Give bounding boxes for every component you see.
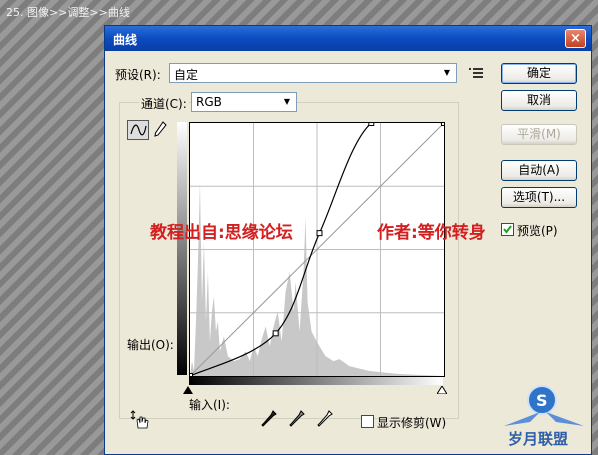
white-eyedropper-icon[interactable] bbox=[317, 410, 333, 428]
preset-value: 自定 bbox=[174, 68, 199, 82]
black-eyedropper-icon[interactable] bbox=[261, 410, 277, 428]
auto-button[interactable]: 自动(A) bbox=[501, 160, 577, 181]
clipping-checkbox[interactable] bbox=[361, 415, 374, 428]
preset-select[interactable]: 自定 ▼ bbox=[169, 63, 457, 83]
overlay-author-text: 作者:等你转身 bbox=[377, 223, 486, 243]
channel-select[interactable]: RGB ▼ bbox=[191, 92, 297, 112]
gray-eyedropper-icon[interactable] bbox=[289, 410, 305, 428]
caption: 25. 图像>>调整>>曲线 bbox=[6, 6, 130, 19]
cancel-button[interactable]: 取消 bbox=[501, 90, 577, 111]
input-gradient-bar bbox=[189, 376, 443, 385]
black-point-slider-icon[interactable] bbox=[183, 386, 193, 394]
curve-control-point[interactable] bbox=[368, 122, 375, 126]
title-bar: 曲线 × bbox=[105, 26, 591, 51]
check-icon bbox=[503, 225, 512, 234]
curve-control-point[interactable] bbox=[316, 230, 323, 237]
output-gradient-bar bbox=[177, 122, 187, 375]
chevron-down-icon: ▼ bbox=[443, 68, 451, 77]
smooth-button[interactable]: 平滑(M) bbox=[501, 124, 577, 145]
svg-text:S: S bbox=[536, 391, 548, 410]
ok-button[interactable]: 确定 bbox=[501, 63, 577, 84]
curves-graph[interactable] bbox=[189, 122, 445, 377]
hand-adjust-icon[interactable] bbox=[129, 410, 149, 430]
pencil-icon[interactable] bbox=[152, 120, 168, 140]
overlay-source-text: 教程出自:思缘论坛 bbox=[150, 223, 293, 243]
site-logo-icon: S 岁月联盟 bbox=[504, 385, 584, 448]
preview-label[interactable]: 预览(P) bbox=[517, 222, 558, 239]
input-label: 输入(I): bbox=[189, 398, 230, 412]
preview-checkbox[interactable] bbox=[501, 223, 514, 236]
output-label: 输出(O): bbox=[127, 338, 174, 352]
channel-value: RGB bbox=[196, 95, 222, 109]
curve-control-point[interactable] bbox=[441, 122, 445, 126]
close-button[interactable]: × bbox=[565, 29, 586, 48]
clipping-label[interactable]: 显示修剪(W) bbox=[377, 414, 446, 431]
dialog-title: 曲线 bbox=[113, 33, 138, 47]
curve-control-point[interactable] bbox=[272, 330, 279, 337]
curve-control-point[interactable] bbox=[189, 373, 193, 377]
options-button[interactable]: 选项(T)... bbox=[501, 187, 577, 208]
svg-text:岁月联盟: 岁月联盟 bbox=[508, 430, 568, 448]
list-menu-icon[interactable] bbox=[469, 68, 483, 78]
channel-label: 通道(C): bbox=[139, 95, 189, 112]
white-point-slider-icon[interactable] bbox=[437, 386, 447, 394]
chevron-down-icon: ▼ bbox=[283, 97, 291, 106]
preset-label: 预设(R): bbox=[115, 68, 161, 82]
curve-tool-icon[interactable] bbox=[127, 120, 149, 140]
